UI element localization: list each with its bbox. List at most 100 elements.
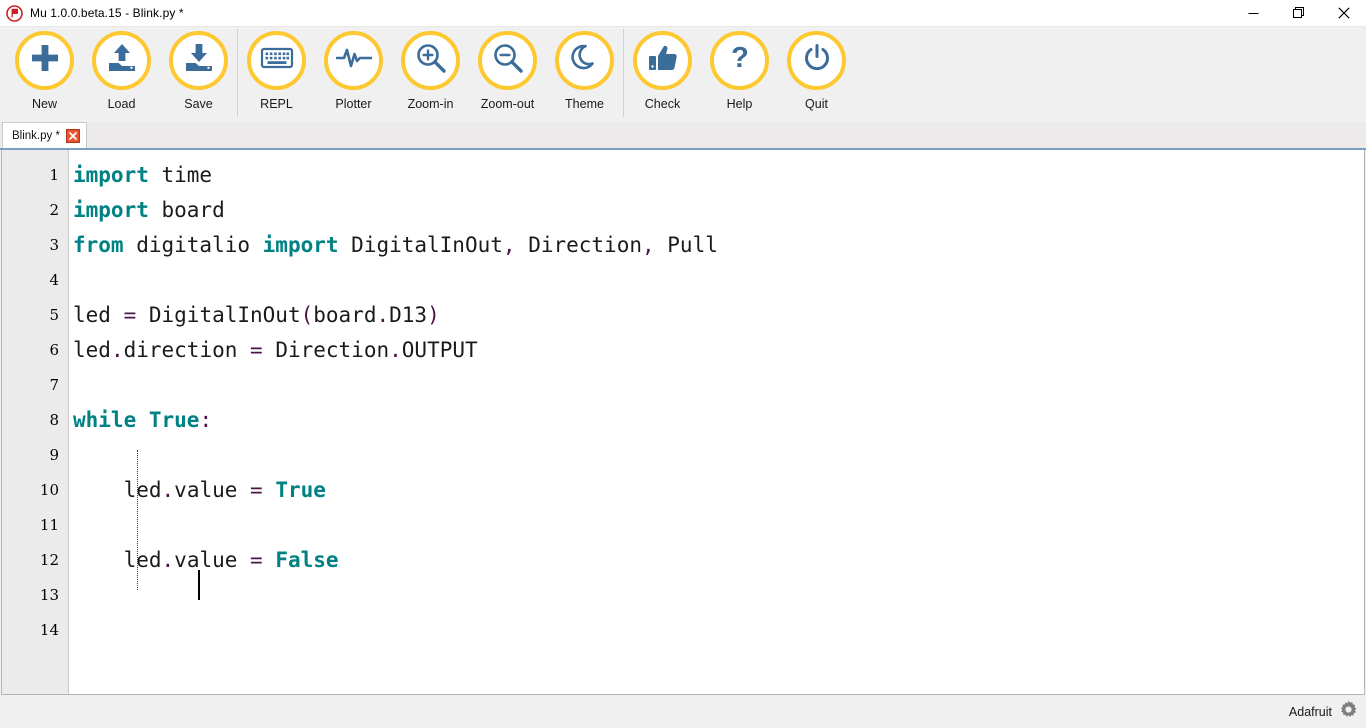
code-token: import — [263, 233, 339, 257]
magnifier-plus-icon — [415, 42, 447, 79]
code-token: ( — [301, 303, 314, 327]
toolbar: New Load — [0, 27, 1366, 122]
code-line[interactable] — [69, 368, 1364, 403]
toolbar-button-save[interactable]: Save — [160, 27, 237, 120]
code-line[interactable] — [69, 508, 1364, 543]
check-button-circle — [633, 31, 692, 90]
toolbar-label-zoom-out: Zoom-out — [481, 97, 535, 111]
toolbar-label-plotter: Plotter — [335, 97, 371, 111]
line-number: 11 — [2, 508, 68, 543]
new-button-circle — [15, 31, 74, 90]
code-token: import — [73, 198, 149, 222]
code-line[interactable] — [69, 613, 1364, 648]
gear-icon[interactable] — [1339, 700, 1358, 724]
code-line[interactable]: led.value = False — [69, 543, 1364, 578]
repl-button-circle — [247, 31, 306, 90]
toolbar-button-plotter[interactable]: Plotter — [315, 27, 392, 120]
code-token: : — [199, 408, 212, 432]
toolbar-button-zoom-out[interactable]: Zoom-out — [469, 27, 546, 120]
restore-icon[interactable] — [1276, 0, 1321, 26]
code-line[interactable] — [69, 263, 1364, 298]
close-icon[interactable] — [1321, 0, 1366, 26]
toolbar-label-quit: Quit — [805, 97, 828, 111]
code-token: = — [250, 478, 263, 502]
save-button-circle — [169, 31, 228, 90]
toolbar-button-zoom-in[interactable]: Zoom-in — [392, 27, 469, 120]
magnifier-minus-icon — [492, 42, 524, 79]
toolbar-button-check[interactable]: Check — [624, 27, 701, 120]
zoom-out-button-circle — [478, 31, 537, 90]
tab-label: Blink.py * — [12, 130, 60, 142]
code-line[interactable]: import board — [69, 193, 1364, 228]
quit-button-circle — [787, 31, 846, 90]
code-token — [263, 478, 276, 502]
code-token: led — [73, 478, 162, 502]
code-text-area[interactable]: import timeimport boardfrom digitalio im… — [69, 150, 1364, 694]
code-line[interactable]: while True: — [69, 403, 1364, 438]
thumbs-up-icon — [647, 43, 679, 78]
code-line[interactable] — [69, 438, 1364, 473]
code-token — [263, 548, 276, 572]
toolbar-label-repl: REPL — [260, 97, 293, 111]
theme-button-circle — [555, 31, 614, 90]
line-number: 8 — [2, 403, 68, 438]
code-token: True — [149, 408, 200, 432]
code-editor[interactable]: 1 2 3 4 5 6 7 8 9 10 11 12 13 14 import … — [1, 150, 1365, 695]
line-number: 4 — [2, 263, 68, 298]
code-token: . — [376, 303, 389, 327]
toolbar-button-help[interactable]: ? Help — [701, 27, 778, 120]
code-line[interactable]: import time — [69, 158, 1364, 193]
code-token: , — [642, 233, 655, 257]
plotter-button-circle — [324, 31, 383, 90]
code-token: led — [73, 548, 162, 572]
code-token: , — [503, 233, 516, 257]
code-line[interactable]: led.direction = Direction.OUTPUT — [69, 333, 1364, 368]
window-title: Mu 1.0.0.beta.15 - Blink.py * — [30, 6, 184, 20]
code-token: True — [275, 478, 326, 502]
toolbar-button-load[interactable]: Load — [83, 27, 160, 120]
line-number: 6 — [2, 333, 68, 368]
toolbar-label-help: Help — [727, 97, 753, 111]
zoom-in-button-circle — [401, 31, 460, 90]
indent-guide — [137, 450, 138, 590]
line-number: 13 — [2, 578, 68, 613]
code-line[interactable]: led.value = True — [69, 473, 1364, 508]
toolbar-button-new[interactable]: New — [6, 27, 83, 120]
code-token: Pull — [655, 233, 718, 257]
window-controls — [1231, 0, 1366, 26]
code-line[interactable] — [69, 578, 1364, 613]
code-token: led — [73, 338, 111, 362]
code-token: . — [162, 548, 175, 572]
line-number: 3 — [2, 228, 68, 263]
code-token: board — [149, 198, 225, 222]
code-token: DigitalInOut — [136, 303, 300, 327]
line-number: 1 — [2, 158, 68, 193]
code-token: Direction — [263, 338, 389, 362]
tab-blink-py[interactable]: Blink.py * — [2, 122, 87, 148]
toolbar-label-zoom-in: Zoom-in — [408, 97, 454, 111]
title-bar: Mu 1.0.0.beta.15 - Blink.py * — [0, 0, 1366, 27]
toolbar-button-quit[interactable]: Quit — [778, 27, 855, 120]
code-line[interactable]: led = DigitalInOut(board.D13) — [69, 298, 1364, 333]
code-token: direction — [124, 338, 250, 362]
code-token: from — [73, 233, 124, 257]
code-token: . — [162, 478, 175, 502]
toolbar-label-theme: Theme — [565, 97, 604, 111]
minimize-icon[interactable] — [1231, 0, 1276, 26]
upload-icon — [105, 41, 139, 80]
question-mark-icon: ? — [727, 42, 753, 79]
code-token: . — [389, 338, 402, 362]
toolbar-label-save: Save — [184, 97, 213, 111]
line-number: 10 — [2, 473, 68, 508]
svg-text:?: ? — [731, 42, 749, 74]
code-token: import — [73, 163, 149, 187]
toolbar-button-repl[interactable]: REPL — [238, 27, 315, 120]
toolbar-button-theme[interactable]: Theme — [546, 27, 623, 120]
tab-close-icon[interactable] — [66, 129, 80, 143]
keyboard-icon — [260, 43, 294, 78]
toolbar-label-check: Check — [645, 97, 680, 111]
download-icon — [182, 41, 216, 80]
code-line[interactable]: from digitalio import DigitalInOut, Dire… — [69, 228, 1364, 263]
tab-bar: Blink.py * — [0, 122, 1366, 150]
moon-icon — [570, 43, 600, 78]
